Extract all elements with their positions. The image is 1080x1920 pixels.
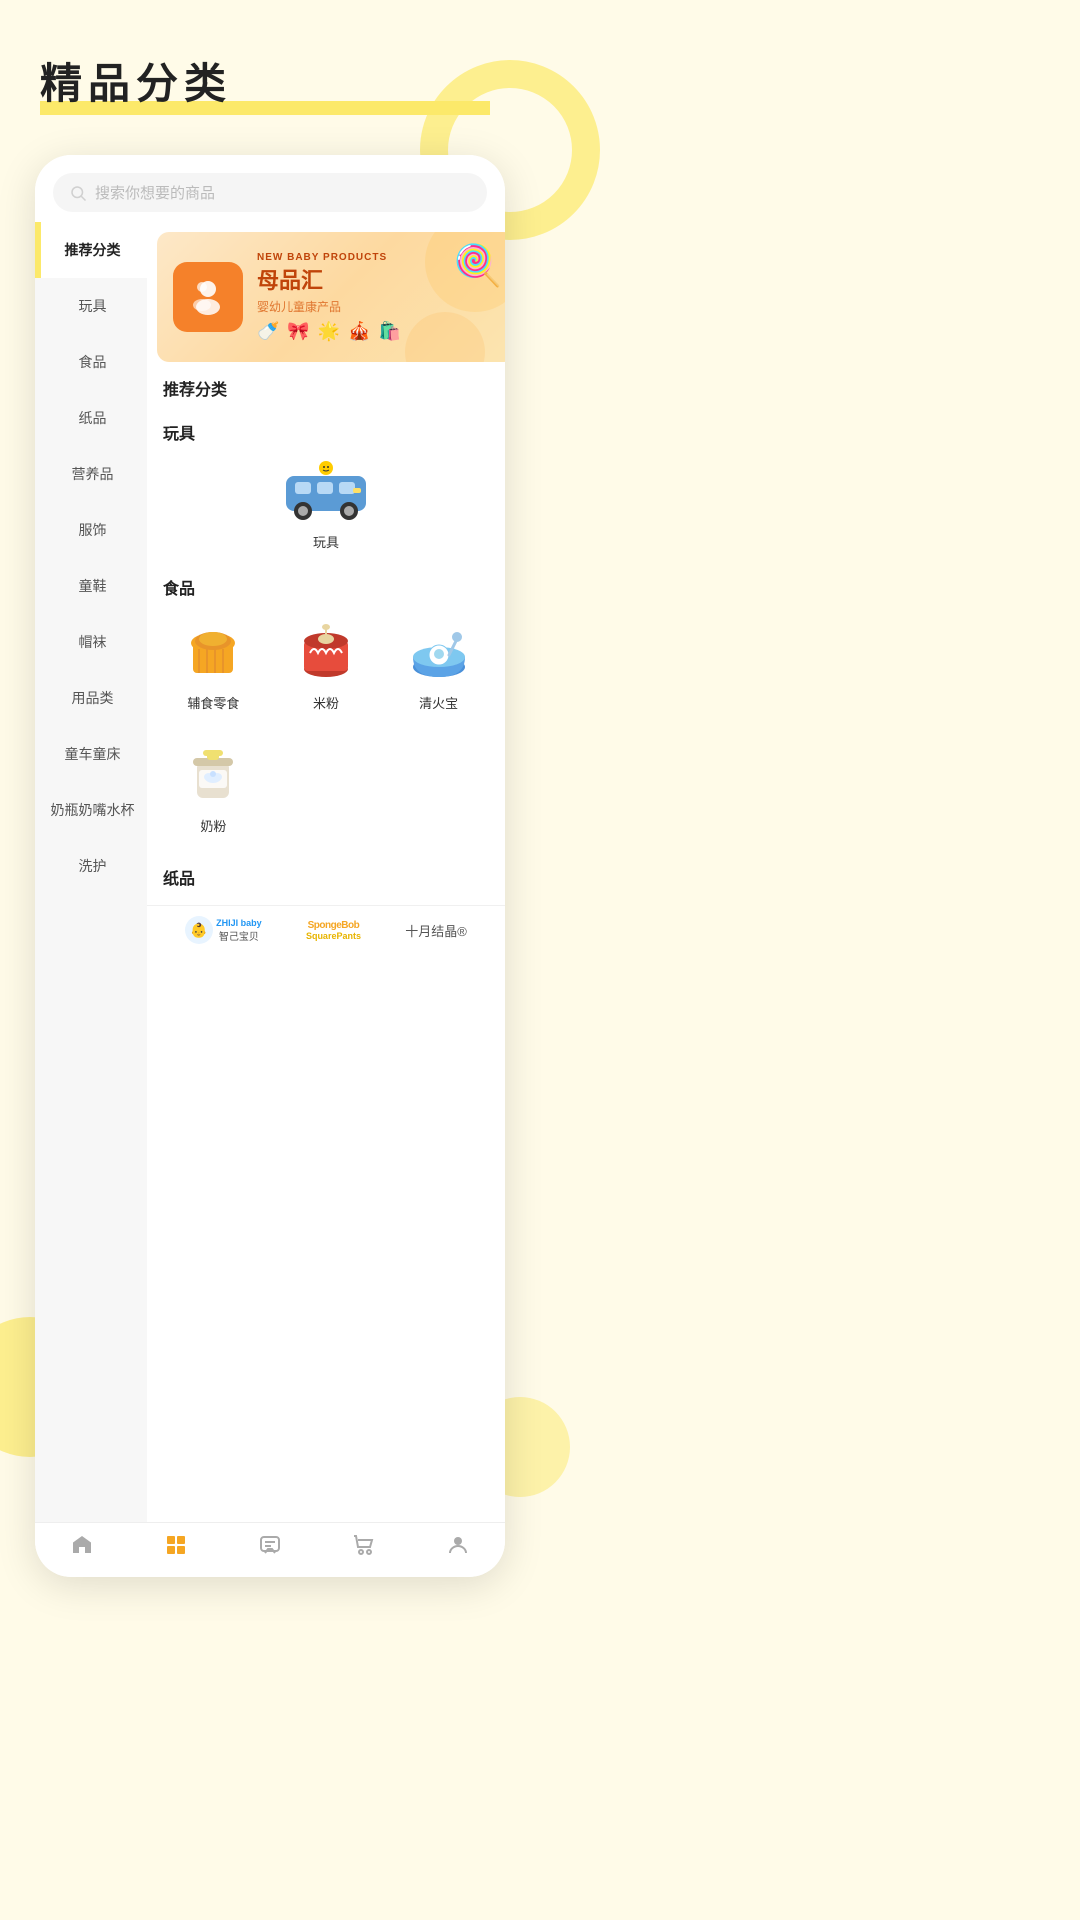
search-bar: 搜索你想要的商品 bbox=[35, 155, 505, 222]
search-icon bbox=[69, 184, 87, 202]
banner-logo-icon bbox=[186, 275, 230, 319]
home-icon bbox=[70, 1533, 94, 1563]
sidebar-item-stroller[interactable]: 童车童床 bbox=[35, 726, 147, 782]
brand-october: 十月结晶® bbox=[405, 921, 467, 940]
toy-label: 玩具 bbox=[313, 532, 339, 551]
category-item-rice-flour[interactable]: 米粉 bbox=[270, 605, 383, 728]
phone-mockup: 搜索你想要的商品 推荐分类 玩具 食品 纸品 营养品 服饰 童鞋 帽袜 用品类 … bbox=[35, 155, 505, 1577]
content-area: 推荐分类 玩具 食品 纸品 营养品 服饰 童鞋 帽袜 用品类 童车童床 奶瓶奶嘴… bbox=[35, 222, 505, 1522]
banner-icon-4: 🎪 bbox=[348, 321, 370, 342]
banner-icon-5: 🛍️ bbox=[379, 321, 401, 342]
bus-svg bbox=[281, 458, 371, 523]
nav-item-category[interactable] bbox=[129, 1533, 223, 1563]
sidebar-item-care[interactable]: 洗护 bbox=[35, 838, 147, 894]
banner-deco-candy: 🍭 bbox=[453, 242, 503, 289]
sidebar-item-paper[interactable]: 纸品 bbox=[35, 390, 147, 446]
sidebar-item-shoes[interactable]: 童鞋 bbox=[35, 558, 147, 614]
chat-icon bbox=[258, 1533, 282, 1563]
page-title: 精品分类 bbox=[40, 50, 540, 115]
page-header: 精品分类 bbox=[0, 0, 540, 135]
nav-item-profile[interactable] bbox=[411, 1533, 505, 1563]
complementary-label: 辅食零食 bbox=[187, 693, 239, 712]
search-placeholder: 搜索你想要的商品 bbox=[95, 182, 215, 203]
category-item-complementary[interactable]: 辅食零食 bbox=[157, 605, 270, 728]
cart-icon bbox=[352, 1533, 376, 1563]
sidebar-item-nutrition[interactable]: 营养品 bbox=[35, 446, 147, 502]
person-icon bbox=[446, 1533, 470, 1563]
complementary-icon bbox=[179, 617, 247, 685]
october-label: 十月结晶® bbox=[405, 924, 467, 939]
sidebar-item-hats[interactable]: 帽袜 bbox=[35, 614, 147, 670]
rice-flour-icon bbox=[292, 617, 360, 685]
milk-powder-label: 奶粉 bbox=[200, 816, 226, 835]
toy-bus-icon bbox=[281, 458, 371, 528]
qinghuobao-label: 清火宝 bbox=[419, 693, 458, 712]
rice-flour-label: 米粉 bbox=[313, 693, 339, 712]
section-title-toys: 玩具 bbox=[147, 406, 505, 450]
milk-powder-icon bbox=[179, 740, 247, 808]
banner[interactable]: NEW BABY PRODUCTS 母品汇 婴幼儿童康产品 🍼 🎀 🌟 🎪 🛍️… bbox=[157, 232, 505, 362]
sidebar-item-supplies[interactable]: 用品类 bbox=[35, 670, 147, 726]
sidebar: 推荐分类 玩具 食品 纸品 营养品 服饰 童鞋 帽袜 用品类 童车童床 奶瓶奶嘴… bbox=[35, 222, 147, 1522]
toy-section: 玩具 bbox=[147, 450, 505, 561]
nav-item-cart[interactable] bbox=[317, 1533, 411, 1563]
category-item-milk-powder[interactable]: 奶粉 bbox=[157, 728, 270, 851]
zhiji-icon: 👶 bbox=[185, 916, 213, 944]
zhiji-label: ZHIJI baby 智己宝贝 bbox=[216, 918, 262, 943]
section-title-recommended: 推荐分类 bbox=[147, 362, 505, 406]
complementary-icon-wrap bbox=[177, 615, 249, 687]
milk-powder-icon-wrap bbox=[177, 738, 249, 810]
banner-logo-box bbox=[173, 262, 243, 332]
nav-item-home[interactable] bbox=[35, 1533, 129, 1563]
sidebar-item-clothing[interactable]: 服饰 bbox=[35, 502, 147, 558]
food-category-grid: 辅食零食 bbox=[147, 605, 505, 728]
sidebar-item-toys[interactable]: 玩具 bbox=[35, 278, 147, 334]
banner-icon-1: 🍼 bbox=[257, 321, 279, 342]
qinghuobao-icon-wrap bbox=[403, 615, 475, 687]
right-content: NEW BABY PRODUCTS 母品汇 婴幼儿童康产品 🍼 🎀 🌟 🎪 🛍️… bbox=[147, 222, 505, 1522]
banner-icon-2: 🎀 bbox=[287, 321, 309, 342]
brand-zhiji: 👶 ZHIJI baby 智己宝贝 bbox=[185, 916, 262, 944]
sidebar-item-bottle[interactable]: 奶瓶奶嘴水杯 bbox=[35, 782, 147, 838]
qinghuobao-icon bbox=[405, 617, 473, 685]
banner-icon-3: 🌟 bbox=[318, 321, 340, 342]
milk-powder-grid: 奶粉 bbox=[147, 728, 505, 851]
section-title-paper: 纸品 bbox=[147, 851, 505, 895]
brand-spongebob: SpongeBob SquarePants bbox=[306, 920, 361, 941]
search-input-wrap[interactable]: 搜索你想要的商品 bbox=[53, 173, 487, 212]
sidebar-item-recommended[interactable]: 推荐分类 bbox=[35, 222, 147, 278]
category-item-qinghuobao[interactable]: 清火宝 bbox=[382, 605, 495, 728]
rice-flour-icon-wrap bbox=[290, 615, 362, 687]
section-title-food: 食品 bbox=[147, 561, 505, 605]
nav-item-message[interactable] bbox=[223, 1533, 317, 1563]
bottom-nav bbox=[35, 1522, 505, 1577]
brand-row: 👶 ZHIJI baby 智己宝贝 SpongeBob SquarePants … bbox=[147, 905, 505, 954]
sidebar-item-food[interactable]: 食品 bbox=[35, 334, 147, 390]
grid-icon bbox=[164, 1533, 188, 1563]
